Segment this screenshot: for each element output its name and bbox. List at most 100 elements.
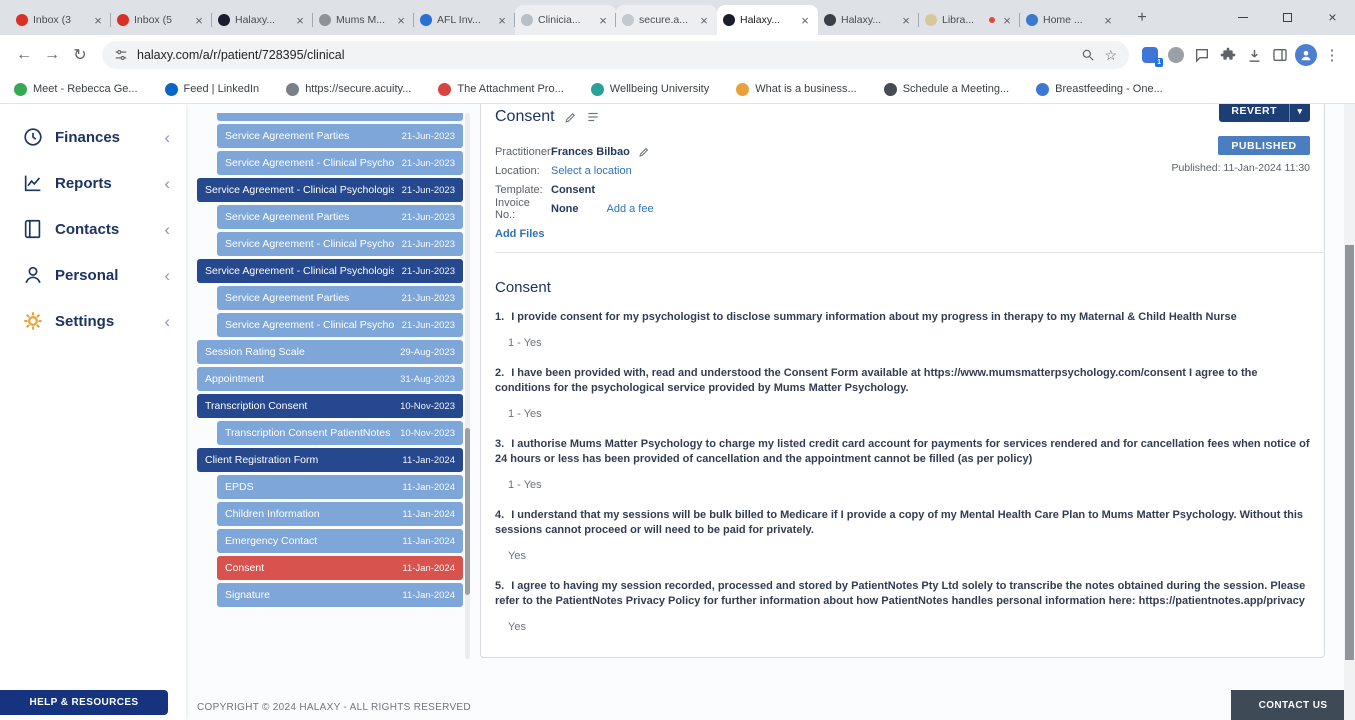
bookmark-item[interactable]: Feed | LinkedIn — [164, 82, 259, 96]
question-body: I authorise Mums Matter Psychology to ch… — [495, 438, 1310, 465]
tune-icon[interactable] — [114, 48, 128, 62]
document-list-item[interactable]: Transcription Consent PatientNotes ... 1… — [217, 421, 463, 445]
menu-kebab-icon[interactable]: ⋮ — [1319, 42, 1345, 68]
side-panel-icon[interactable] — [1267, 42, 1293, 68]
scrollbar-thumb[interactable] — [1345, 245, 1354, 660]
document-title: Service Agreement - Clinical Psychol... — [225, 238, 394, 250]
question-body: I agree to having my session recorded, p… — [495, 580, 1306, 607]
document-list-scrollbar[interactable] — [465, 113, 470, 659]
url-text[interactable]: halaxy.com/a/r/patient/728395/clinical — [137, 48, 1072, 62]
page-scrollbar[interactable] — [1344, 104, 1355, 720]
tab-close-icon[interactable]: × — [697, 13, 711, 28]
tab-title: Halaxy... — [235, 14, 276, 26]
revert-button[interactable]: REVERT ▾ — [1219, 104, 1310, 122]
browser-tab[interactable]: AFL Inv... × — [413, 5, 515, 35]
browser-tab[interactable]: Home ... × — [1019, 5, 1121, 35]
bookmark-item[interactable]: Schedule a Meeting... — [883, 82, 1009, 96]
edit-title-pencil-icon[interactable] — [564, 111, 577, 124]
bookmark-item[interactable]: Wellbeing University — [590, 82, 709, 96]
tab-close-icon[interactable]: × — [798, 13, 812, 28]
forward-icon[interactable]: → — [38, 41, 66, 69]
list-item-clipped[interactable] — [217, 113, 463, 121]
chevron-down-icon[interactable]: ▾ — [1290, 106, 1310, 117]
document-list-item[interactable]: Service Agreement - Clinical Psychol... … — [217, 232, 463, 256]
bookmark-item[interactable]: Breastfeeding - One... — [1036, 82, 1163, 96]
tab-close-icon[interactable]: × — [495, 13, 509, 28]
sidebar-item-personal[interactable]: Personal ‹ — [0, 252, 186, 298]
select-location-link[interactable]: Select a location — [551, 165, 632, 177]
bookmark-item[interactable]: Meet - Rebecca Ge... — [14, 82, 138, 96]
chat-extension-icon[interactable] — [1189, 42, 1215, 68]
document-list-item[interactable]: Service Agreement - Clinical Psychol... … — [217, 151, 463, 175]
back-icon[interactable]: ← — [10, 41, 38, 69]
document-list-item[interactable]: Signature 11-Jan-2024 — [217, 583, 463, 607]
add-files-link-text[interactable]: Add Files — [495, 228, 545, 240]
extension-icon[interactable]: 1 — [1137, 42, 1163, 68]
bookmark-label: Breastfeeding - One... — [1055, 83, 1163, 95]
profile-avatar[interactable] — [1293, 42, 1319, 68]
new-tab-button[interactable]: + — [1129, 5, 1155, 31]
browser-tab[interactable]: Clinicia... × — [514, 5, 616, 35]
address-bar[interactable]: halaxy.com/a/r/patient/728395/clinical ☆ — [102, 41, 1129, 69]
document-list-item[interactable]: Service Agreement - Clinical Psychologis… — [197, 178, 463, 202]
document-list-item[interactable]: Service Agreement Parties 21-Jun-2023 — [217, 286, 463, 310]
bookmark-favicon-icon — [736, 82, 750, 96]
tab-close-icon[interactable]: × — [192, 13, 206, 28]
sidebar-item-finances[interactable]: Finances ‹ — [0, 114, 186, 160]
question-number: 4. — [495, 509, 505, 521]
tab-close-icon[interactable]: × — [293, 13, 307, 28]
bookmark-star-icon[interactable]: ☆ — [1104, 47, 1117, 64]
document-list-item[interactable]: Client Registration Form 11-Jan-2024 — [197, 448, 463, 472]
bookmark-item[interactable]: https://secure.acuity... — [286, 82, 411, 96]
bookmark-item[interactable]: What is a business... — [736, 82, 857, 96]
document-date: 21-Jun-2023 — [401, 238, 455, 250]
reload-icon[interactable]: ↻ — [66, 41, 94, 69]
browser-tab[interactable]: Inbox (5 × — [110, 5, 212, 35]
tab-close-icon[interactable]: × — [1000, 13, 1014, 28]
help-resources-button[interactable]: HELP & RESOURCES — [0, 690, 168, 715]
browser-tab[interactable]: Halaxy... × — [717, 5, 818, 35]
contact-us-button[interactable]: CONTACT US — [1231, 690, 1355, 720]
question-answer: 1 - Yes — [508, 408, 542, 420]
minimize-button[interactable] — [1220, 0, 1265, 34]
scrollbar-thumb[interactable] — [465, 428, 470, 595]
tab-close-icon[interactable]: × — [596, 13, 610, 28]
sidebar-item-settings[interactable]: Settings ‹ — [0, 298, 186, 344]
document-list-item[interactable]: Consent 11-Jan-2024 — [217, 556, 463, 580]
add-fee-link[interactable]: Add a fee — [607, 203, 654, 215]
search-lens-icon[interactable] — [1081, 48, 1095, 62]
sidebar-item-reports[interactable]: Reports ‹ — [0, 160, 186, 206]
question-answer: 1 - Yes — [508, 337, 542, 349]
document-list-item[interactable]: Session Rating Scale 29-Aug-2023 — [197, 340, 463, 364]
extensions-puzzle-icon[interactable] — [1215, 42, 1241, 68]
tab-close-icon[interactable]: × — [91, 13, 105, 28]
document-list-item[interactable]: Emergency Contact 11-Jan-2024 — [217, 529, 463, 553]
browser-tab[interactable]: Halaxy... × — [211, 5, 313, 35]
document-list-item[interactable]: Appointment 31-Aug-2023 — [197, 367, 463, 391]
browser-tab[interactable]: Inbox (3 × — [10, 5, 111, 35]
extension-icon[interactable] — [1163, 42, 1189, 68]
document-list-item[interactable]: Service Agreement Parties 21-Jun-2023 — [217, 205, 463, 229]
document-list-item[interactable]: Transcription Consent 10-Nov-2023 — [197, 394, 463, 418]
browser-tab[interactable]: secure.a... × — [615, 5, 717, 35]
tab-close-icon[interactable]: × — [899, 13, 913, 28]
browser-tab[interactable]: Halaxy... × — [818, 5, 919, 35]
edit-practitioner-pencil-icon[interactable] — [638, 146, 650, 158]
close-button[interactable]: × — [1310, 0, 1355, 34]
tab-close-icon[interactable]: × — [1101, 13, 1115, 28]
downloads-icon[interactable] — [1241, 42, 1267, 68]
browser-tab[interactable]: Libra... × — [918, 5, 1020, 35]
document-list-item[interactable]: Service Agreement - Clinical Psychologis… — [197, 259, 463, 283]
document-list-item[interactable]: Service Agreement Parties 21-Jun-2023 — [217, 124, 463, 148]
document-date: 11-Jan-2024 — [402, 454, 455, 466]
document-list-item[interactable]: EPDS 11-Jan-2024 — [217, 475, 463, 499]
bookmark-item[interactable]: The Attachment Pro... — [438, 82, 564, 96]
question-text: 3. I authorise Mums Matter Psychology to … — [495, 437, 1310, 467]
document-list-item[interactable]: Children Information 11-Jan-2024 — [217, 502, 463, 526]
maximize-button[interactable] — [1265, 0, 1310, 34]
document-list-item[interactable]: Service Agreement - Clinical Psychol... … — [217, 313, 463, 337]
tab-close-icon[interactable]: × — [394, 13, 408, 28]
form-list-icon[interactable] — [586, 110, 600, 124]
sidebar-item-contacts[interactable]: Contacts ‹ — [0, 206, 186, 252]
browser-tab[interactable]: Mums M... × — [312, 5, 414, 35]
